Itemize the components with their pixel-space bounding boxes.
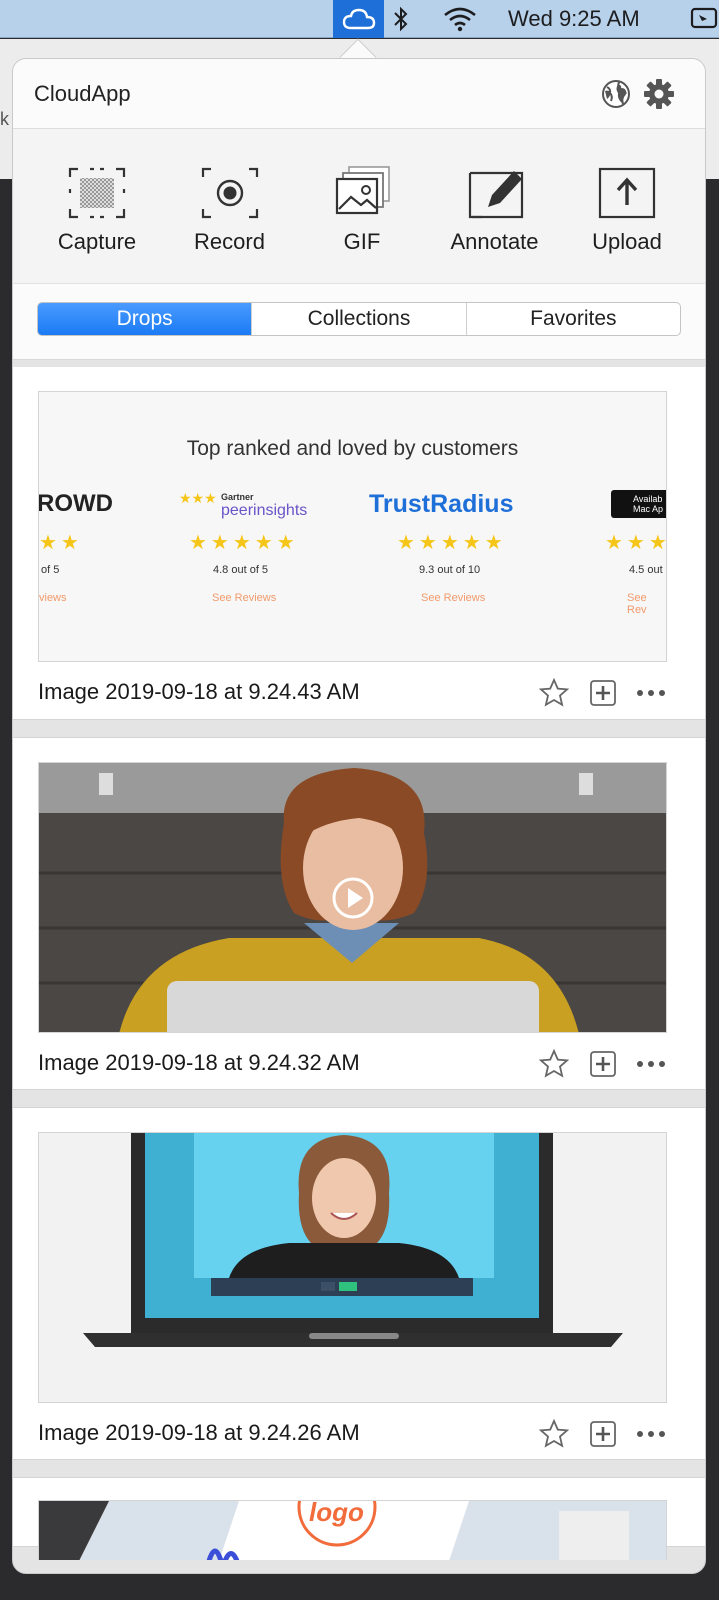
cloudapp-menu-icon[interactable] [333, 0, 384, 38]
see-reviews-link: See Reviews [212, 592, 277, 604]
drop-thumbnail[interactable]: logo [38, 1500, 667, 1560]
capture-label: Capture [57, 229, 137, 254]
bluetooth-icon[interactable] [390, 0, 412, 38]
cloudapp-popover: CloudApp Capture Record GIF Annotate Upl… [12, 58, 706, 1574]
segmented-control: Drops Collections Favorites [37, 302, 681, 336]
reviews-thumbnail: Top ranked and loved by customers ROWD ★… [39, 392, 666, 661]
wifi-icon[interactable] [442, 0, 478, 38]
gif-button[interactable]: GIF [302, 129, 422, 283]
rating-score: 9.3 out of 10 [419, 564, 481, 576]
drop-item[interactable]: logo [13, 1477, 705, 1560]
drop-title[interactable]: Image 2019-09-18 at 9.24.43 AM [38, 679, 360, 705]
gif-label: GIF [343, 229, 381, 254]
annotate-icon [468, 171, 523, 219]
upload-label: Upload [592, 229, 662, 254]
drops-list: Top ranked and loved by customers ROWD ★… [13, 367, 705, 1560]
peerinsights-brand: peerinsights [221, 502, 308, 519]
record-icon [201, 167, 258, 219]
upload-icon [598, 167, 656, 219]
see-reviews-link: See Rev [627, 592, 647, 616]
tab-favorites[interactable]: Favorites [465, 303, 680, 335]
star-icon[interactable] [538, 1048, 570, 1080]
record-button[interactable]: Record [170, 129, 290, 283]
upload-button[interactable]: Upload [567, 129, 687, 283]
gif-icon [335, 166, 390, 215]
drop-thumbnail[interactable]: Top ranked and loved by customers ROWD ★… [38, 391, 667, 662]
rating-score: 4.5 out [629, 564, 663, 576]
crowd-brand: ROWD [38, 490, 113, 517]
add-to-collection-icon[interactable] [587, 677, 619, 709]
play-icon[interactable] [331, 876, 375, 920]
rating-stars: ★★★★★ [189, 532, 299, 554]
drop-item[interactable]: Image 2019-09-18 at 9.24.32 AM [13, 737, 705, 1090]
tab-drops[interactable]: Drops [38, 303, 252, 335]
laptop-video-call-image [39, 1133, 666, 1402]
see-reviews-link: views [39, 592, 67, 604]
menu-bar-clock[interactable]: Wed 9:25 AM [508, 0, 640, 38]
drop-title[interactable]: Image 2019-09-18 at 9.24.26 AM [38, 1420, 360, 1446]
add-to-collection-icon[interactable] [587, 1048, 619, 1080]
background-window-text: k [0, 109, 9, 129]
gartner-kicker: Gartner [221, 492, 254, 502]
drop-thumbnail[interactable] [38, 762, 667, 1033]
rating-stars: ★★ [39, 532, 83, 554]
tab-row: Drops Collections Favorites [13, 284, 705, 360]
logo-text: logo [309, 1500, 364, 1527]
rating-stars: ★★★★★ [397, 532, 507, 554]
drop-item[interactable]: Image 2019-09-18 at 9.24.26 AM [13, 1107, 705, 1460]
app-title: CloudApp [34, 81, 131, 106]
see-reviews-link: See Reviews [421, 592, 486, 604]
drop-thumbnail[interactable] [38, 1132, 667, 1403]
rating-score: 4.8 out of 5 [213, 564, 269, 576]
rating-score: of 5 [41, 564, 60, 576]
drop-item[interactable]: Top ranked and loved by customers ROWD ★… [13, 367, 705, 720]
record-label: Record [194, 229, 265, 254]
gear-icon[interactable] [643, 78, 675, 110]
more-options-icon[interactable] [633, 1418, 669, 1450]
star-icon[interactable] [538, 677, 570, 709]
annotate-button[interactable]: Annotate [435, 129, 555, 283]
tool-bar: Capture Record GIF Annotate Upload [13, 129, 705, 284]
more-options-icon[interactable] [633, 677, 669, 709]
screen-mirror-icon[interactable] [690, 0, 718, 38]
video-thumbnail [39, 763, 666, 1032]
drop-title[interactable]: Image 2019-09-18 at 9.24.32 AM [38, 1050, 360, 1076]
menu-bar: Wed 9:25 AM [0, 0, 719, 38]
thumbnail-heading: Top ranked and loved by customers [186, 437, 519, 460]
globe-icon[interactable] [601, 79, 631, 109]
more-options-icon[interactable] [633, 1048, 669, 1080]
gartner-badge-icon: ★★★ [179, 490, 217, 506]
star-icon[interactable] [538, 1418, 570, 1450]
popover-header: CloudApp [13, 59, 705, 129]
laptop-thumbnail [39, 1133, 666, 1402]
capture-button[interactable]: Capture [37, 129, 157, 283]
annotate-label: Annotate [450, 229, 539, 254]
rating-stars: ★★★ [605, 532, 667, 554]
trustradius-brand: TrustRadius [369, 490, 514, 518]
mac-app-store-badge: Availab Mac Ap [611, 490, 666, 518]
add-to-collection-icon[interactable] [587, 1418, 619, 1450]
tab-collections[interactable]: Collections [251, 303, 465, 335]
capture-icon [68, 167, 126, 219]
